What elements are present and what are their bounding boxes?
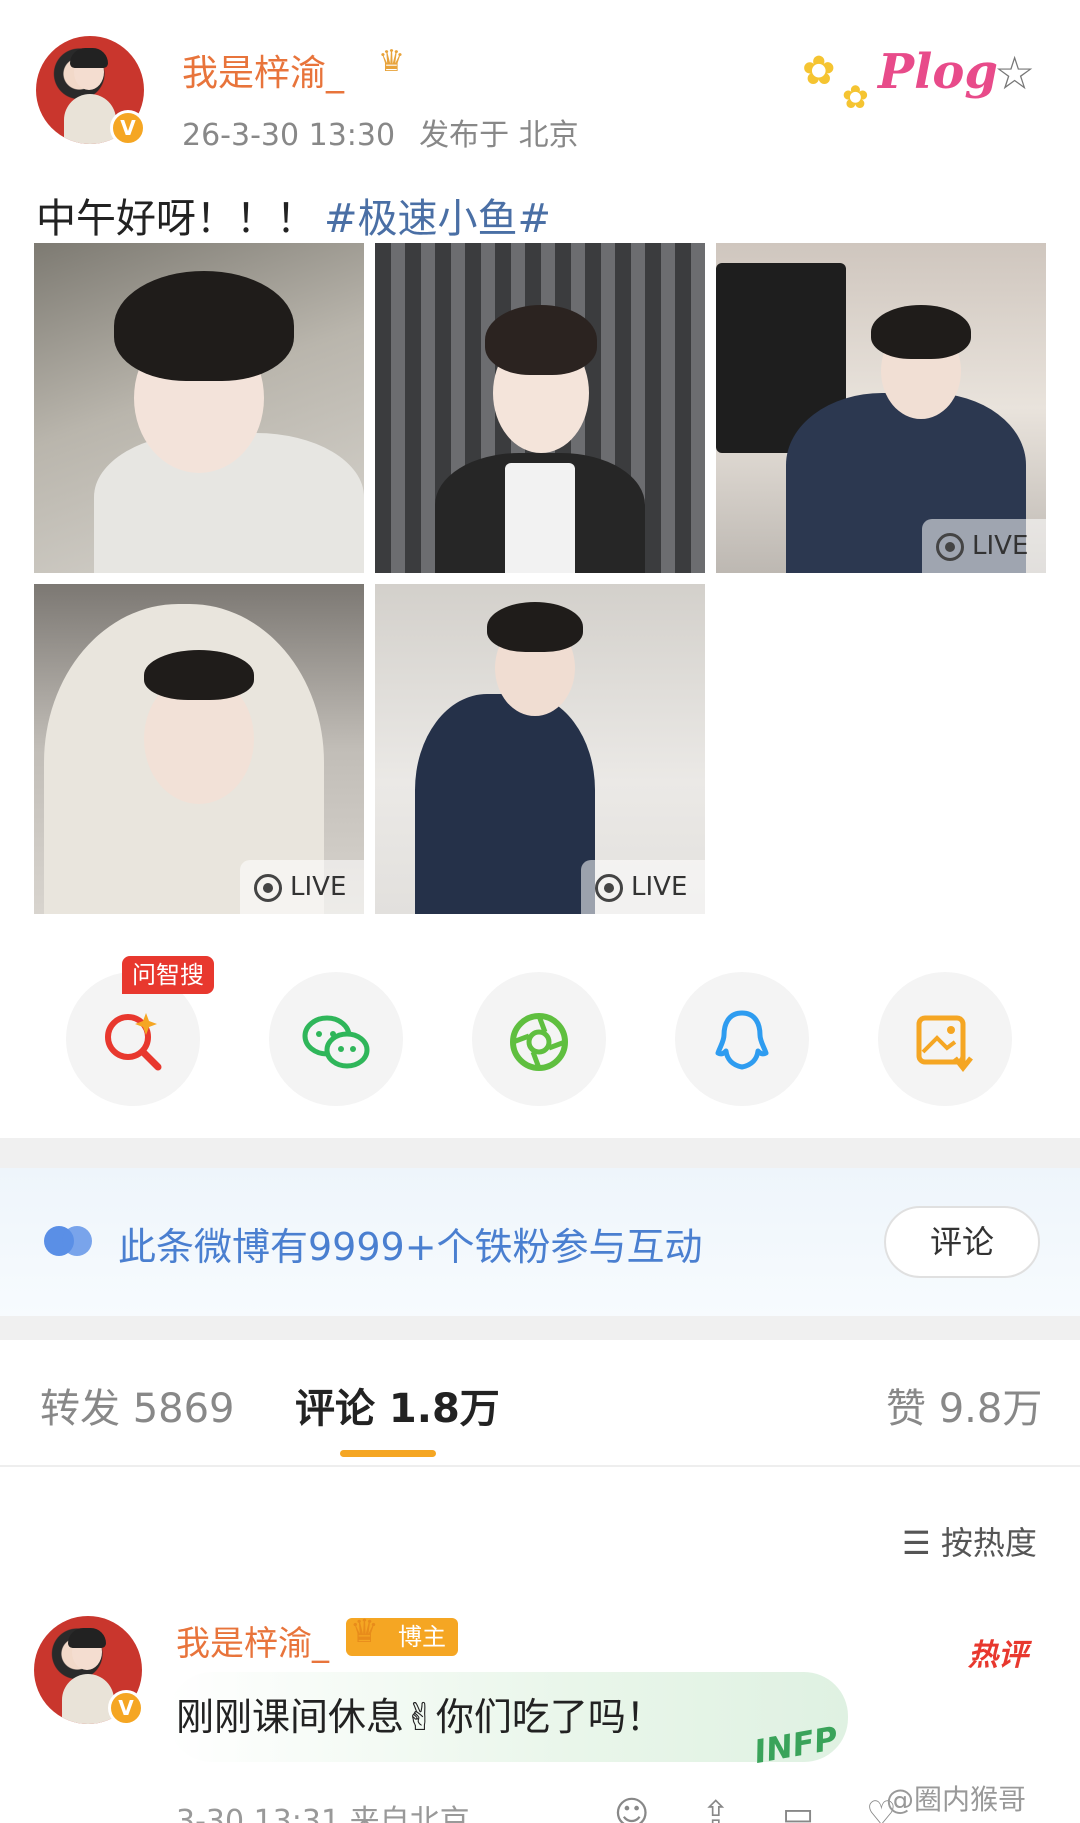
sort-icon: ☰ bbox=[902, 1524, 941, 1562]
author-badge-label: 博主 bbox=[398, 1623, 446, 1651]
flower-icon: ✿ bbox=[842, 78, 869, 116]
share-row: 问智搜 bbox=[66, 956, 1016, 1108]
save-image-button[interactable] bbox=[878, 972, 1012, 1106]
post-timestamp: 26-3-30 13:30 bbox=[182, 118, 396, 153]
live-badge: LIVE bbox=[922, 519, 1046, 573]
comment-meta: 3-30 13:31 来自北京 bbox=[176, 1804, 470, 1823]
photo-5[interactable]: LIVE bbox=[375, 584, 705, 914]
live-label: LIVE bbox=[290, 872, 347, 902]
share-icon[interactable]: ⇪ bbox=[701, 1794, 730, 1823]
author-badge: ♛ 博主 bbox=[346, 1612, 458, 1656]
sort-label: 按热度 bbox=[940, 1524, 1037, 1562]
verified-icon: V bbox=[108, 1690, 144, 1726]
photo-3[interactable]: LIVE bbox=[716, 243, 1046, 573]
section-divider bbox=[0, 1316, 1080, 1340]
live-icon bbox=[254, 873, 282, 902]
fans-banner: 此条微博有9999+个铁粉参与互动 评论 bbox=[0, 1168, 1080, 1316]
hot-comment-tag: 热评 bbox=[968, 1638, 1028, 1673]
photo-4[interactable]: LIVE bbox=[34, 584, 364, 914]
ai-search-badge: 问智搜 bbox=[122, 956, 214, 994]
photo-1[interactable] bbox=[34, 243, 364, 573]
moments-icon bbox=[510, 1012, 568, 1071]
reply-icon[interactable]: ▭ bbox=[782, 1794, 814, 1823]
wechat-icon bbox=[302, 1015, 370, 1069]
post-text: 中午好呀！！！ #极速小鱼# bbox=[36, 186, 551, 244]
plog-sticker: ✿ ✿ Plog bbox=[792, 36, 998, 124]
crown-icon: ♛ bbox=[378, 44, 405, 79]
live-label: LIVE bbox=[972, 531, 1029, 561]
sort-button[interactable]: ☰ 按热度 bbox=[902, 1518, 1037, 1564]
tabs-divider bbox=[0, 1465, 1080, 1467]
author-username[interactable]: 我是梓渝_ bbox=[182, 44, 344, 96]
section-divider bbox=[0, 1138, 1080, 1168]
photo-2[interactable] bbox=[375, 243, 705, 573]
post-location: 发布于 北京 bbox=[419, 118, 579, 153]
live-label: LIVE bbox=[631, 872, 688, 902]
comment-text: 刚刚课间休息✌你们吃了吗！ bbox=[176, 1695, 664, 1739]
live-badge: LIVE bbox=[581, 860, 705, 914]
moments-share-button[interactable] bbox=[472, 972, 606, 1106]
live-badge: LIVE bbox=[240, 860, 364, 914]
post-header: V 我是梓渝_ ♛ 26-3-30 13:30 发布于 北京 ✿ ✿ Plog ☆ bbox=[36, 36, 1046, 156]
live-icon bbox=[595, 873, 623, 902]
fans-banner-text: 此条微博有9999+个铁粉参与互动 bbox=[118, 1225, 703, 1269]
reaction-icon[interactable]: ☺ bbox=[614, 1794, 649, 1823]
post-body: 中午好呀！！！ bbox=[36, 196, 316, 242]
star-icon[interactable]: ☆ bbox=[994, 46, 1035, 100]
save-image-icon bbox=[916, 1015, 973, 1072]
engagement-tabs: 转发 5869 评论 1.8万 赞 9.8万 bbox=[0, 1340, 1080, 1466]
live-icon bbox=[936, 532, 964, 561]
active-tab-indicator bbox=[340, 1450, 436, 1457]
fans-icon bbox=[44, 1226, 94, 1256]
qq-share-button[interactable] bbox=[675, 972, 809, 1106]
crown-icon: ♛ bbox=[350, 1612, 379, 1650]
hashtag-link[interactable]: #极速小鱼# bbox=[324, 196, 551, 242]
commenter-username[interactable]: 我是梓渝_ bbox=[176, 1616, 329, 1665]
tab-repost[interactable]: 转发 5869 bbox=[40, 1376, 235, 1434]
post-meta: 26-3-30 13:30 发布于 北京 bbox=[182, 110, 579, 154]
wechat-share-button[interactable] bbox=[269, 972, 403, 1106]
qq-icon bbox=[715, 1010, 769, 1070]
plog-sticker-text: Plog bbox=[878, 44, 998, 100]
watermark: @圈内猴哥 bbox=[886, 1783, 1027, 1816]
flower-icon: ✿ bbox=[802, 48, 836, 94]
verified-icon: V bbox=[110, 110, 146, 146]
fans-comment-button[interactable]: 评论 bbox=[884, 1206, 1040, 1278]
ai-search-icon bbox=[105, 1012, 162, 1071]
tab-comments[interactable]: 评论 1.8万 bbox=[295, 1376, 500, 1434]
tab-likes[interactable]: 赞 9.8万 bbox=[886, 1376, 1042, 1434]
photo-grid: LIVE LIVE LIVE bbox=[34, 243, 1046, 915]
